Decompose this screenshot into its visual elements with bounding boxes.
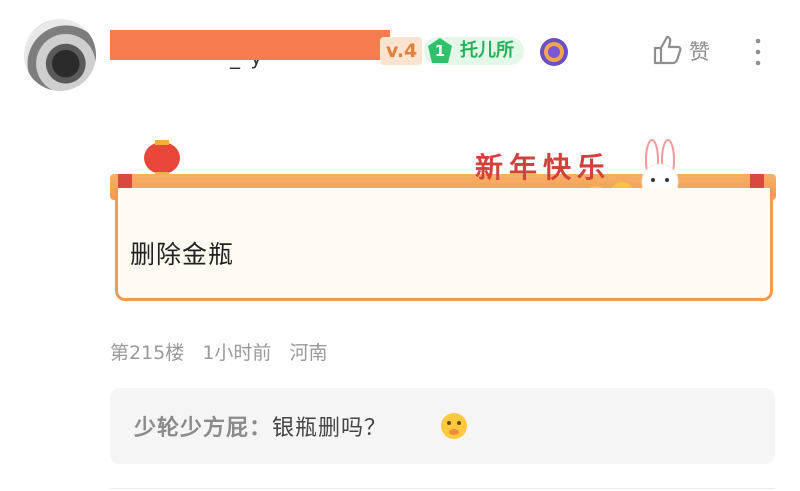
post-card: 新年快乐 删除金瓶 <box>110 130 776 310</box>
divider <box>110 488 775 489</box>
reply-username[interactable]: 少轮少方屁： <box>134 416 272 441</box>
emoji-icon <box>441 413 467 439</box>
post-time: 1小时前 <box>202 342 272 364</box>
group-badge[interactable]: 1 托儿所 <box>424 37 524 65</box>
medal-icon <box>540 38 568 66</box>
username-redaction <box>110 30 390 60</box>
like-button[interactable]: 赞 <box>651 33 721 69</box>
post-location: 河南 <box>289 342 328 364</box>
avatar[interactable] <box>24 19 96 91</box>
reply-line: 少轮少方屁：银瓶删吗？ <box>134 410 387 442</box>
like-label: 赞 <box>689 40 710 64</box>
level-badge: v.4 <box>380 37 423 65</box>
reply-preview[interactable]: 少轮少方屁：银瓶删吗？ <box>110 388 775 464</box>
post-meta: 第215楼 1小时前 河南 <box>110 338 339 365</box>
thumbs-up-icon <box>653 35 682 65</box>
reply-text: 银瓶删吗？ <box>272 416 388 441</box>
group-badge-level: 1 <box>434 42 446 60</box>
post-content: 删除金瓶 <box>130 240 235 269</box>
group-badge-text: 托儿所 <box>460 40 514 61</box>
floor-number: 第215楼 <box>110 342 185 364</box>
more-options-icon[interactable] <box>748 36 768 68</box>
